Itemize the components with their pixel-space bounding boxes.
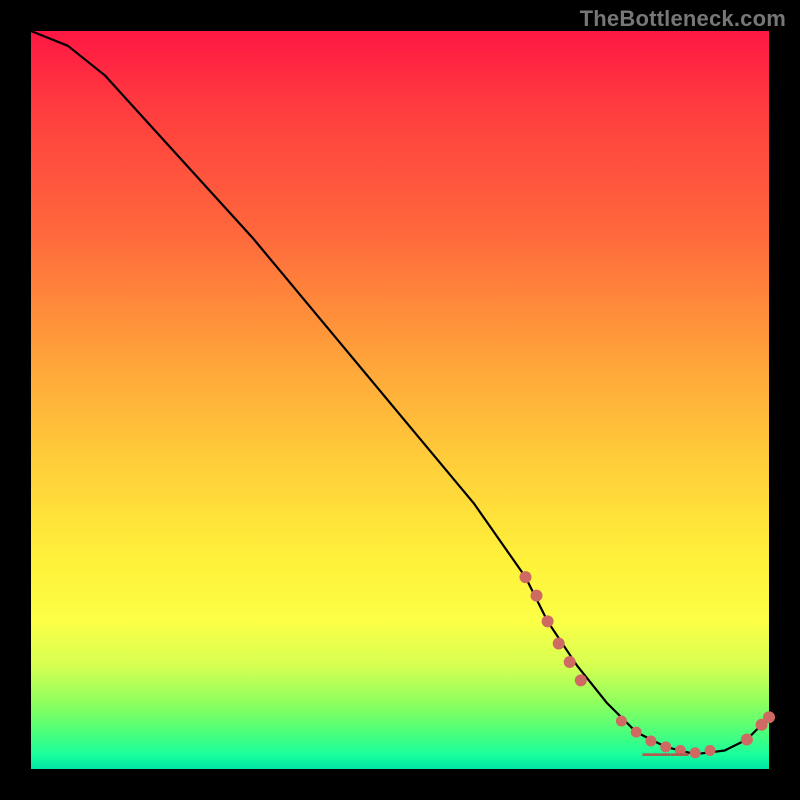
marker-dot [575,674,587,686]
marker-dot [631,727,642,738]
marker-dot [616,716,627,727]
dash-label: ▬▬▬▬▬ [642,748,689,758]
marker-dot [763,711,775,723]
plot-area: ▬▬▬▬▬ [31,31,769,769]
marker-dot [520,571,532,583]
marker-dot [531,590,543,602]
marker-dot [553,638,565,650]
marker-cluster-c [741,711,775,745]
marker-dot [705,745,716,756]
marker-dot [564,656,576,668]
watermark-text: TheBottleneck.com [580,6,786,32]
curve-svg: ▬▬▬▬▬ [31,31,769,769]
marker-dot [542,615,554,627]
chart-frame: TheBottleneck.com ▬▬▬▬▬ [0,0,800,800]
bottleneck-curve-path [31,31,769,754]
marker-dot [741,734,753,746]
marker-dot [690,747,701,758]
marker-dot [645,736,656,747]
